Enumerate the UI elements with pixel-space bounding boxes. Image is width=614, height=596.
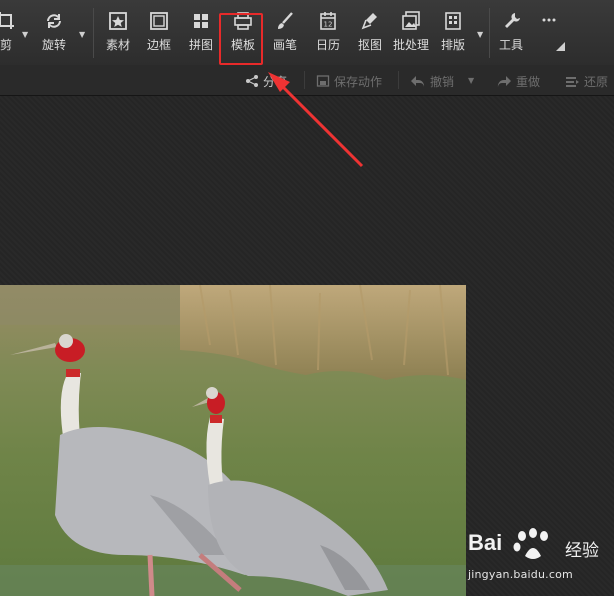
action-divider <box>398 71 399 89</box>
brush-tool[interactable]: 画笔 <box>270 10 300 58</box>
crop-icon <box>0 12 14 29</box>
main-toolbar: 剪 ▼ 旋转 ▼ 素材 边框 拼图 模板 画笔 12 日历 抠图 批处理 排版 … <box>0 0 614 66</box>
layout-icon <box>445 12 461 30</box>
restore-label: 还原 <box>584 75 609 89</box>
watermark-url: jingyan.baidu.com <box>468 568 573 581</box>
star-icon <box>109 12 127 30</box>
crop-tool[interactable]: 剪 <box>0 10 18 58</box>
crop-label: 剪 <box>0 38 12 52</box>
template-highlight-box <box>219 13 263 65</box>
batch-icon <box>402 11 420 30</box>
pen-icon <box>361 13 377 30</box>
calendar-day-number: 12 <box>324 21 333 29</box>
material-tool[interactable]: 素材 <box>103 10 133 58</box>
save-action-label: 保存动作 <box>334 75 383 89</box>
action-bar: 分享 保存动作 撤销 ▼ 重做 还原 <box>0 65 614 96</box>
calendar-icon: 12 <box>320 12 336 30</box>
baidu-watermark: Bai 经验 jingyan.baidu.com <box>468 528 614 588</box>
material-label: 素材 <box>105 38 130 52</box>
crop-dropdown-caret[interactable]: ▼ <box>22 30 28 39</box>
brush-label: 画笔 <box>272 38 297 52</box>
toolbar-divider <box>489 8 490 58</box>
tools-label: 工具 <box>498 38 523 52</box>
border-label: 边框 <box>146 38 171 52</box>
paw-logo-icon <box>513 528 548 559</box>
cutout-label: 抠图 <box>357 38 382 52</box>
share-icon <box>246 75 258 87</box>
undo-button[interactable]: 撤销 <box>410 73 454 90</box>
tools-tool[interactable]: 工具 <box>496 10 526 58</box>
calendar-label: 日历 <box>315 38 340 52</box>
redo-label: 重做 <box>516 75 541 89</box>
undo-dropdown-caret[interactable]: ▼ <box>468 76 474 85</box>
batch-label: 批处理 <box>392 38 429 52</box>
undo-icon <box>411 76 425 87</box>
edited-photo[interactable] <box>0 285 466 596</box>
frame-icon <box>150 12 168 30</box>
action-divider <box>304 71 305 89</box>
batch-tool[interactable]: 批处理 <box>390 10 432 58</box>
layout-tool[interactable]: 排版 <box>438 10 468 58</box>
brush-icon <box>278 12 293 29</box>
grid-icon <box>194 14 208 28</box>
cranes-photo-image <box>0 285 466 596</box>
watermark-brand-tail: 经验 <box>565 541 599 561</box>
redo-button[interactable]: 重做 <box>496 73 540 90</box>
save-action-icon <box>316 75 330 87</box>
save-action-button[interactable]: 保存动作 <box>316 73 382 90</box>
collage-label: 拼图 <box>188 38 213 52</box>
cutout-tool[interactable]: 抠图 <box>355 10 385 58</box>
rotate-dropdown-caret[interactable]: ▼ <box>79 30 85 39</box>
rotate-tool[interactable]: 旋转 <box>38 10 70 58</box>
undo-label: 撤销 <box>430 75 455 89</box>
restore-button[interactable]: 还原 <box>564 73 608 90</box>
rotate-icon <box>47 14 61 28</box>
share-label: 分享 <box>263 75 288 89</box>
restore-icon <box>566 77 579 87</box>
border-tool[interactable]: 边框 <box>144 10 174 58</box>
watermark-brand: Bai <box>468 530 503 555</box>
more-icon <box>542 18 556 22</box>
expand-corner-icon[interactable] <box>556 42 565 51</box>
redo-icon <box>497 76 511 87</box>
wrench-icon <box>505 13 520 28</box>
collage-tool[interactable]: 拼图 <box>186 10 216 58</box>
layout-label: 排版 <box>440 38 465 52</box>
rotate-label: 旋转 <box>41 38 66 52</box>
share-button[interactable]: 分享 <box>245 73 287 90</box>
calendar-tool[interactable]: 12 日历 <box>313 10 343 58</box>
toolbar-divider <box>93 8 94 58</box>
layout-dropdown-caret[interactable]: ▼ <box>477 30 483 39</box>
